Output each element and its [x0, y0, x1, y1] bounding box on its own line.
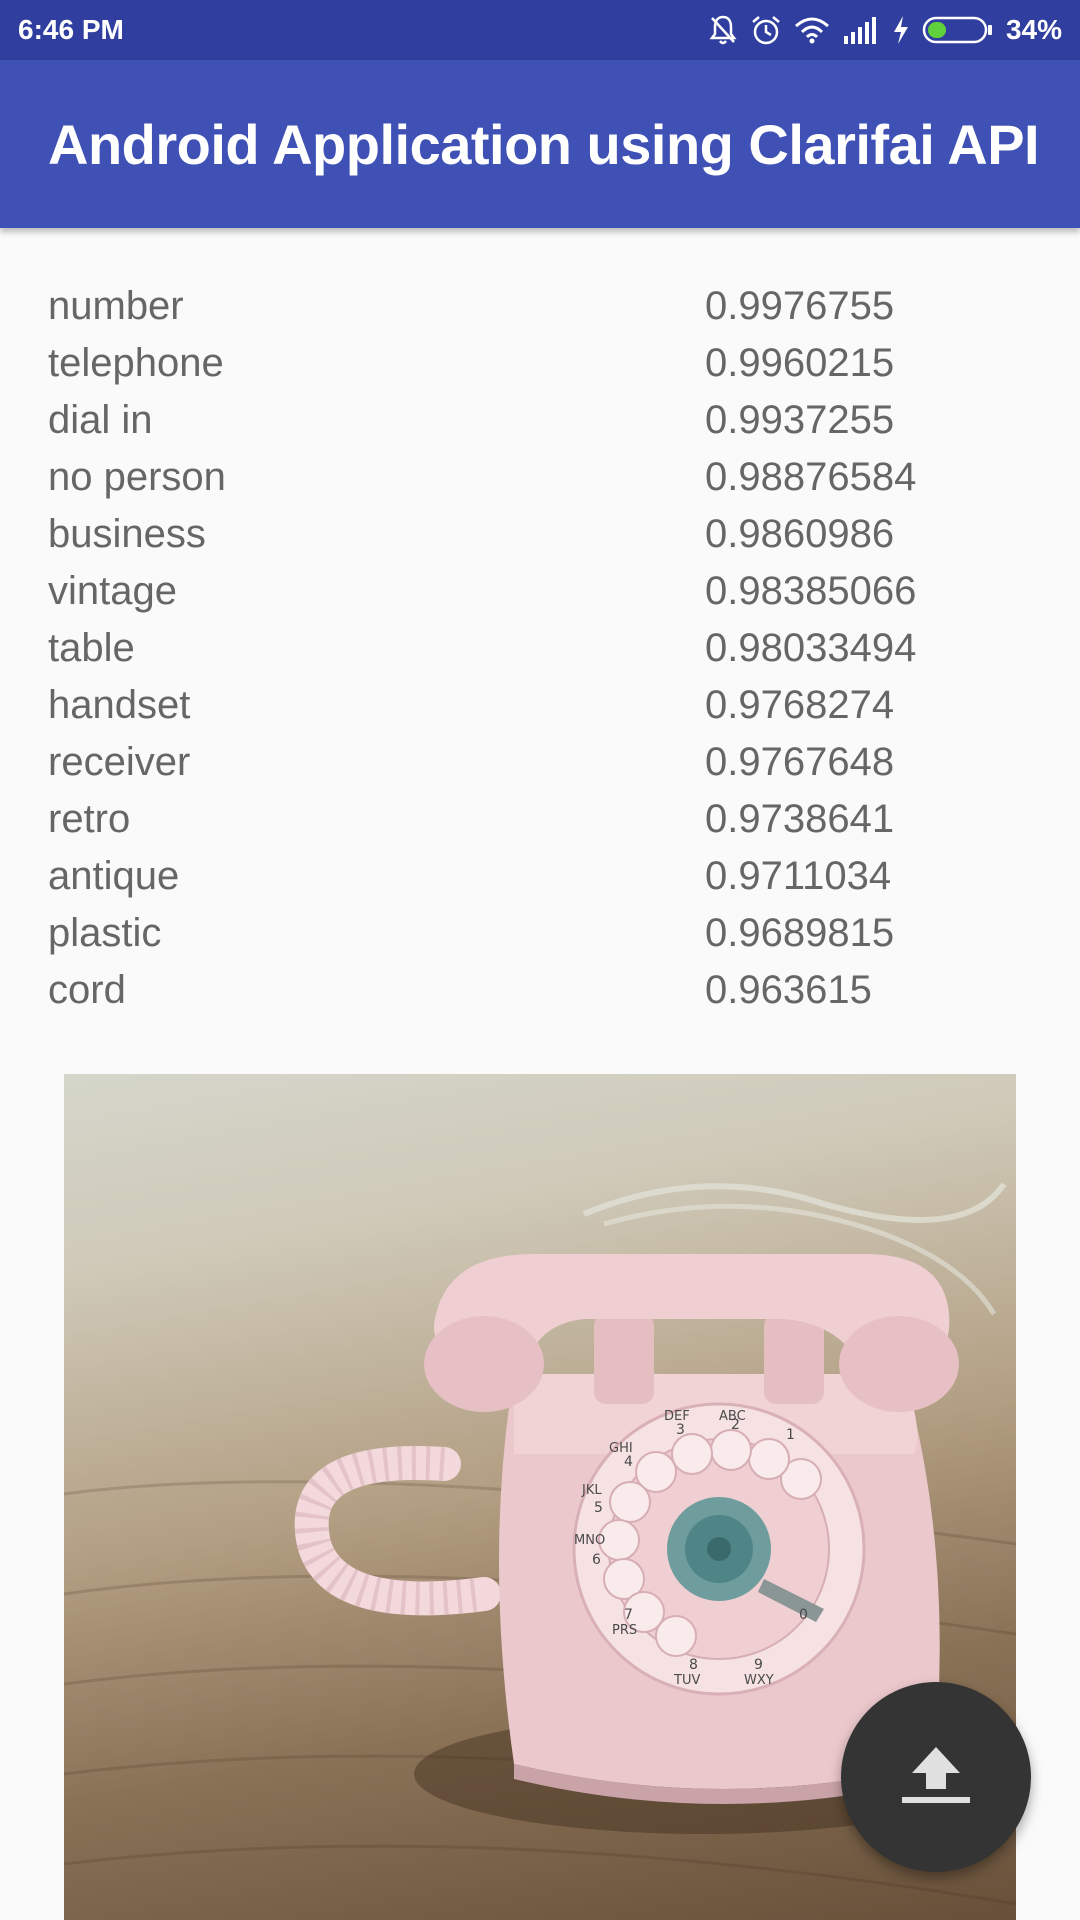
notifications-off-icon — [708, 14, 738, 46]
tag-score: 0.9738641 — [705, 797, 895, 841]
dial-digit: 7 — [624, 1607, 633, 1623]
tag-score: 0.98033494 — [705, 626, 917, 670]
tag-score: 0.98876584 — [705, 455, 917, 499]
app-bar: Android Application using Clarifai API — [0, 60, 1080, 228]
tag-label: retro — [48, 797, 131, 841]
tag-score: 0.9960215 — [705, 341, 895, 385]
result-row: retro 0.9738641 — [48, 791, 1048, 848]
dial-digit: 9 — [754, 1657, 763, 1673]
tag-score: 0.98385066 — [705, 569, 917, 613]
tag-label: handset — [48, 683, 191, 727]
status-icons: 34% — [708, 14, 1062, 46]
tag-label: no person — [48, 455, 226, 499]
tag-score: 0.9767648 — [705, 740, 895, 784]
app-title: Android Application using Clarifai API — [48, 112, 1040, 176]
status-bar: 6:46 PM 34% — [0, 0, 1080, 60]
dial-letters-mno: MNO — [574, 1533, 605, 1548]
tag-score: 0.9976755 — [705, 284, 895, 328]
dial-digit: 8 — [689, 1657, 698, 1673]
result-row: table 0.98033494 — [48, 620, 1048, 677]
upload-icon — [898, 1743, 974, 1812]
status-time: 6:46 PM — [18, 14, 124, 45]
upload-button[interactable] — [841, 1682, 1031, 1872]
dial-letters-jkl: JKL — [581, 1483, 602, 1498]
tag-label: dial in — [48, 398, 153, 442]
tag-score: 0.9768274 — [705, 683, 895, 727]
dial-digit: 4 — [624, 1454, 633, 1470]
result-row: vintage 0.98385066 — [48, 563, 1048, 620]
tag-score: 0.9937255 — [705, 398, 895, 442]
wifi-icon — [794, 16, 830, 44]
result-row: no person 0.98876584 — [48, 449, 1048, 506]
result-row: dial in 0.9937255 — [48, 392, 1048, 449]
tag-label: cord — [48, 968, 126, 1012]
result-row: plastic 0.9689815 — [48, 905, 1048, 962]
tag-label: telephone — [48, 341, 224, 385]
result-row: handset 0.9768274 — [48, 677, 1048, 734]
dial-digit: 0 — [799, 1607, 808, 1623]
results-list: number 0.9976755 telephone 0.9960215 dial … — [48, 278, 1048, 1019]
tag-score: 0.9711034 — [705, 854, 892, 898]
charging-icon — [892, 15, 910, 45]
tag-label: antique — [48, 854, 180, 898]
result-row: receiver 0.9767648 — [48, 734, 1048, 791]
dial-digit: 6 — [592, 1552, 601, 1568]
tag-label: number — [48, 284, 184, 328]
tag-label: business — [48, 512, 206, 556]
tag-label: table — [48, 626, 135, 670]
battery-percent: 34% — [1005, 14, 1062, 45]
result-row: telephone 0.9960215 — [48, 335, 1048, 392]
dial-digit: 1 — [786, 1427, 795, 1443]
dial-letters-wxy: WXY — [744, 1673, 774, 1688]
tag-score: 0.963615 — [705, 968, 872, 1012]
tag-score: 0.9860986 — [705, 512, 895, 556]
result-row: business 0.9860986 — [48, 506, 1048, 563]
tag-score: 0.9689815 — [705, 911, 895, 955]
dial-letters-prs: PRS — [612, 1623, 637, 1638]
result-row: cord 0.963615 — [48, 962, 1048, 1019]
dial-digit: 2 — [731, 1417, 740, 1433]
alarm-icon — [750, 14, 782, 46]
tag-label: plastic — [48, 911, 162, 955]
signal-icon — [842, 16, 880, 44]
dial-digit: 5 — [594, 1500, 603, 1516]
dial-digit: 3 — [676, 1422, 685, 1438]
result-row: antique 0.9711034 — [48, 848, 1048, 905]
result-row: number 0.9976755 — [48, 278, 1048, 335]
tag-label: receiver — [48, 740, 191, 784]
tag-label: vintage — [48, 569, 177, 613]
battery-icon — [922, 15, 994, 45]
dial-letters-tuv: TUV — [673, 1673, 700, 1688]
